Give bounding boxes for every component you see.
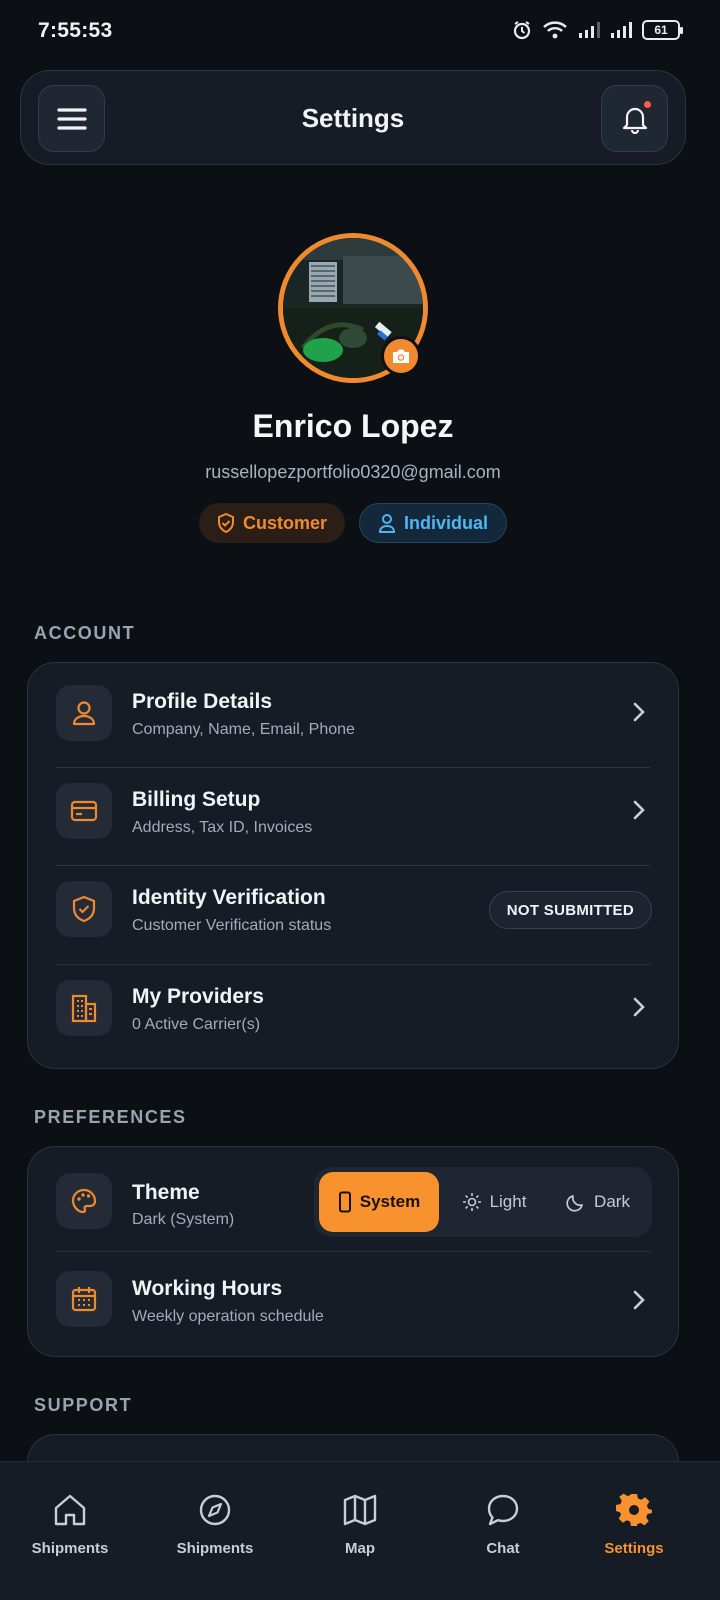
notification-dot [643,100,652,109]
section-label-account: ACCOUNT [34,623,136,643]
nav-label: Shipments [31,1540,109,1557]
building-icon [71,994,97,1023]
row-icon-box [56,881,112,937]
theme-option-label: System [359,1192,421,1211]
sun-icon [462,1193,481,1211]
profile-name: Enrico Lopez [252,408,454,444]
row-icon-box [56,1271,112,1327]
row-subtitle: Company, Name, Email, Phone [132,721,355,738]
home-icon [54,1494,86,1526]
chevron-right-icon [633,997,645,1017]
shield-icon [217,513,234,533]
change-photo-button[interactable] [381,336,421,376]
row-subtitle: Customer Verification status [132,917,332,934]
signal-icon-2 [611,22,632,38]
nav-item-shipments-explore[interactable]: Shipments [145,1492,285,1557]
alarm-icon [513,21,531,40]
row-title: Billing Setup [132,788,261,811]
customer-badge-label: Customer [242,512,327,533]
nav-label: Settings [604,1540,664,1557]
status-time: 7:55:53 [38,19,113,42]
notifications-button[interactable] [601,85,668,152]
moon-icon [566,1195,583,1212]
map-icon [343,1494,377,1526]
theme-option-label: Dark [594,1192,630,1211]
calendar-icon [71,1287,97,1312]
row-icon-box [56,1173,112,1229]
nav-label: Chat [486,1540,520,1557]
preferences-card: Theme Dark (System) System Light Dark Wo… [27,1146,679,1357]
theme-option-system[interactable]: System [319,1172,439,1232]
row-icon-box [56,980,112,1036]
row-working-hours[interactable]: Working Hours Weekly operation schedule [28,1251,680,1355]
chevron-right-icon [633,702,645,722]
theme-option-light[interactable]: Light [444,1172,544,1232]
compass-icon [199,1494,231,1526]
theme-option-label: Light [489,1192,527,1211]
section-label-support: SUPPORT [34,1395,133,1415]
user-icon [378,514,396,533]
row-subtitle: Dark (System) [132,1211,235,1228]
nav-item-shipments-home[interactable]: Shipments [0,1492,140,1557]
battery-indicator: 61 [642,20,683,40]
chevron-right-icon [633,1290,645,1310]
row-identity-verification[interactable]: Identity Verification Customer Verificat… [28,859,680,957]
theme-option-dark[interactable]: Dark [550,1172,646,1232]
chevron-right-icon [633,800,645,820]
user-icon [72,701,96,726]
row-title: Profile Details [132,690,273,713]
signal-icon [579,22,600,38]
customer-badge: Customer [198,503,345,543]
nav-item-map[interactable]: Map [290,1492,430,1557]
bottom-navigation: Shipments Shipments Map Chat Settings [0,1461,720,1600]
row-profile-details[interactable]: Profile Details Company, Name, Email, Ph… [28,663,680,761]
verification-status-badge: NOT SUBMITTED [488,891,652,929]
avatar-container[interactable] [278,233,428,383]
row-title: Theme [132,1181,200,1204]
nav-item-chat[interactable]: Chat [433,1492,573,1557]
camera-icon [393,349,409,363]
row-icon-box [56,783,112,839]
nav-item-settings[interactable]: Settings [564,1492,704,1557]
row-icon-box [56,685,112,741]
nav-label: Shipments [176,1540,254,1557]
palette-icon [71,1188,97,1214]
theme-selector: System Light Dark [314,1167,652,1237]
row-title: Working Hours [132,1277,283,1300]
section-label-preferences: PREFERENCES [34,1107,187,1127]
row-title: Identity Verification [132,886,326,909]
gear-icon [616,1493,652,1526]
row-subtitle: 0 Active Carrier(s) [132,1016,261,1033]
nav-label: Map [345,1540,375,1557]
row-subtitle: Address, Tax ID, Invoices [132,819,313,836]
profile-badges: Customer Individual [0,503,706,543]
row-billing-setup[interactable]: Billing Setup Address, Tax ID, Invoices [28,761,680,859]
individual-badge-label: Individual [404,512,489,533]
wifi-icon [543,21,567,39]
individual-badge: Individual [359,503,508,543]
row-my-providers[interactable]: My Providers 0 Active Carrier(s) [28,958,680,1056]
status-bar: 7:55:53 61 [0,0,720,64]
chat-icon [487,1494,519,1526]
credit-card-icon [70,800,98,822]
phone-icon [338,1191,351,1213]
account-card: Profile Details Company, Name, Email, Ph… [27,662,679,1069]
status-icons: 61 [512,20,683,40]
profile-email: russellopezportfolio0320@gmail.com [205,462,501,482]
top-header: Settings [20,70,686,165]
row-theme: Theme Dark (System) System Light Dark [28,1147,680,1251]
shield-check-icon [72,895,96,923]
row-title: My Providers [132,985,264,1008]
row-subtitle: Weekly operation schedule [132,1308,324,1325]
page-title: Settings [301,103,405,133]
